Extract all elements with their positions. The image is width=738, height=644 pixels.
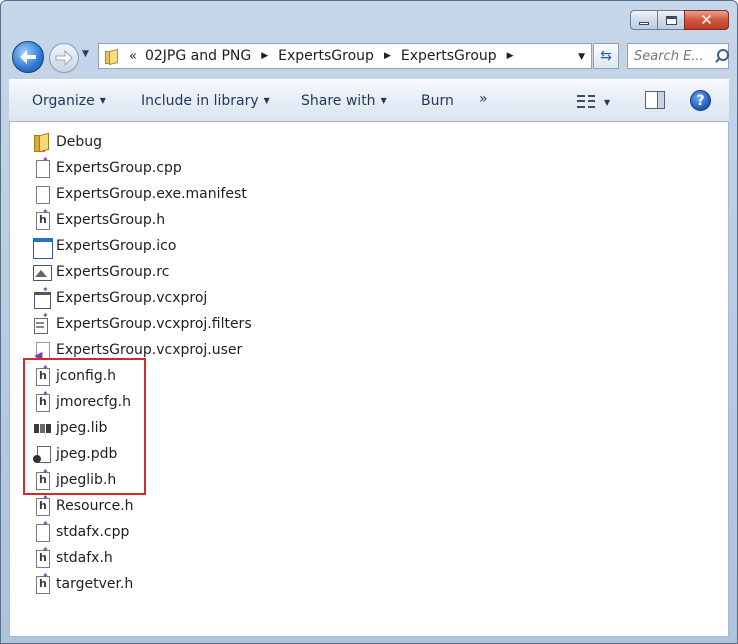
header-file-icon: h: [33, 545, 51, 568]
address-dropdown-icon[interactable]: ▼: [578, 52, 585, 62]
maximize-button[interactable]: [657, 10, 684, 30]
user-file-icon: ◀: [33, 341, 51, 362]
file-name: ExpertsGroup.h: [56, 212, 166, 228]
filters-file-icon: [33, 311, 51, 334]
chevron-down-icon: ▼: [99, 96, 106, 105]
file-name: stdafx.h: [56, 550, 113, 566]
file-item[interactable]: ExpertsGroup.exe.manifest: [33, 181, 252, 207]
burn-label: Burn: [421, 93, 454, 109]
resource-file-icon: [33, 263, 52, 281]
file-item[interactable]: h Resource.h: [33, 493, 252, 519]
file-name: ExpertsGroup.exe.manifest: [56, 186, 247, 202]
address-bar[interactable]: « 02JPG and PNG ▶ ExpertsGroup ▶ Experts…: [98, 43, 592, 69]
share-with-button[interactable]: Share with ▼: [301, 93, 387, 109]
file-item[interactable]: h targetver.h: [33, 571, 252, 597]
minimize-button[interactable]: [630, 10, 657, 30]
file-item[interactable]: stdafx.cpp: [33, 519, 252, 545]
chevron-down-icon: ▼: [82, 49, 89, 59]
back-arrow-icon: [20, 50, 36, 64]
search-input[interactable]: [634, 48, 714, 64]
preview-pane-button[interactable]: [645, 91, 665, 109]
maximize-icon: [665, 15, 677, 25]
forward-arrow-icon: [55, 50, 73, 66]
cpp-file-icon: [33, 519, 51, 542]
ico-file-icon: [33, 237, 53, 259]
file-name: Resource.h: [56, 498, 134, 514]
help-button[interactable]: ?: [690, 90, 711, 111]
header-file-icon: h: [33, 571, 51, 594]
breadcrumb-separator-icon[interactable]: ▶: [507, 51, 514, 61]
file-item[interactable]: ExpertsGroup.ico: [33, 233, 252, 259]
breadcrumb-separator-icon[interactable]: ▶: [261, 51, 268, 61]
file-item[interactable]: Debug: [33, 129, 252, 155]
file-item[interactable]: ExpertsGroup.cpp: [33, 155, 252, 181]
file-name: ExpertsGroup.vcxproj.user: [56, 342, 243, 358]
command-bar: Organize ▼ Include in library ▼ Share with…: [9, 79, 729, 121]
close-button[interactable]: ✕: [684, 10, 729, 30]
folder-icon: [105, 49, 119, 64]
include-in-library-button[interactable]: Include in library ▼: [141, 93, 270, 109]
highlight-box: [23, 358, 146, 495]
file-item[interactable]: ExpertsGroup.vcxproj.filters: [33, 311, 252, 337]
back-button[interactable]: [12, 41, 44, 73]
breadcrumb-separator-icon[interactable]: ▶: [384, 51, 391, 61]
chevron-down-icon: ▼: [380, 96, 387, 105]
header-file-icon: h: [33, 493, 51, 516]
breadcrumb-item[interactable]: ExpertsGroup: [401, 48, 497, 64]
blank-file-icon: [33, 185, 51, 204]
breadcrumb-overflow[interactable]: «: [129, 49, 137, 64]
file-item[interactable]: h ExpertsGroup.h: [33, 207, 252, 233]
file-name: ExpertsGroup.vcxproj: [56, 290, 208, 306]
explorer-window: ✕ ▼ « 02JPG and PNG ▶ ExpertsGroup ▶ Exp…: [0, 0, 738, 644]
organize-label: Organize: [32, 93, 95, 109]
search-box: [627, 43, 729, 69]
breadcrumb-item[interactable]: 02JPG and PNG: [145, 48, 251, 64]
file-item[interactable]: ExpertsGroup.rc: [33, 259, 252, 285]
more-commands-button[interactable]: »: [479, 91, 488, 107]
file-name: ExpertsGroup.ico: [56, 238, 177, 254]
search-icon[interactable]: [714, 49, 729, 63]
organize-button[interactable]: Organize ▼: [32, 93, 106, 109]
file-name: stdafx.cpp: [56, 524, 130, 540]
file-name: ExpertsGroup.vcxproj.filters: [56, 316, 252, 332]
file-name: ExpertsGroup.cpp: [56, 160, 182, 176]
header-file-icon: h: [33, 207, 51, 230]
share-with-label: Share with: [301, 93, 376, 109]
project-file-icon: [33, 285, 51, 309]
recent-pages-button[interactable]: ▼: [82, 49, 94, 63]
refresh-button[interactable]: ⇆: [593, 43, 619, 69]
refresh-icon: ⇆: [600, 48, 612, 64]
file-name: targetver.h: [56, 576, 134, 592]
forward-button[interactable]: [49, 43, 79, 73]
chevron-down-icon: ▼: [604, 97, 611, 107]
caption-buttons: ✕: [630, 10, 729, 30]
change-view-button[interactable]: ▼: [577, 93, 613, 111]
include-in-library-label: Include in library: [141, 93, 259, 109]
file-name: ExpertsGroup.rc: [56, 264, 170, 280]
file-item[interactable]: h stdafx.h: [33, 545, 252, 571]
details-view-icon: [577, 95, 595, 109]
breadcrumb-item[interactable]: ExpertsGroup: [278, 48, 374, 64]
chevron-down-icon: ▼: [263, 96, 270, 105]
close-icon: ✕: [700, 10, 713, 29]
file-item[interactable]: ExpertsGroup.vcxproj: [33, 285, 252, 311]
folder-icon: [33, 133, 51, 152]
cpp-file-icon: [33, 155, 51, 178]
file-name: Debug: [56, 134, 103, 150]
burn-button[interactable]: Burn: [421, 93, 454, 109]
minimize-icon: [639, 22, 649, 25]
